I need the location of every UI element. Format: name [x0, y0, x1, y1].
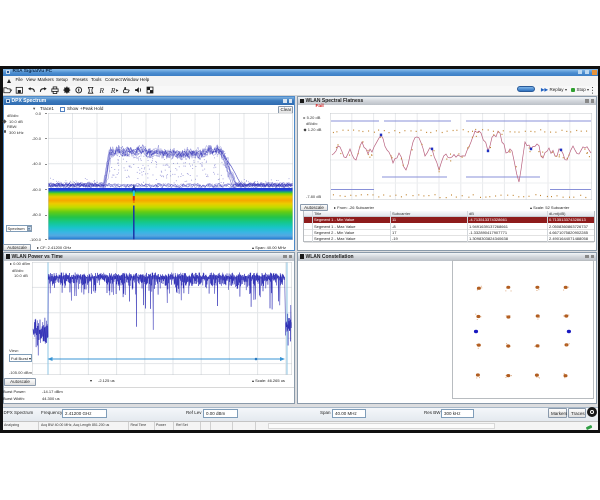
svg-text:R: R	[98, 86, 104, 95]
svg-text:R: R	[110, 86, 116, 95]
